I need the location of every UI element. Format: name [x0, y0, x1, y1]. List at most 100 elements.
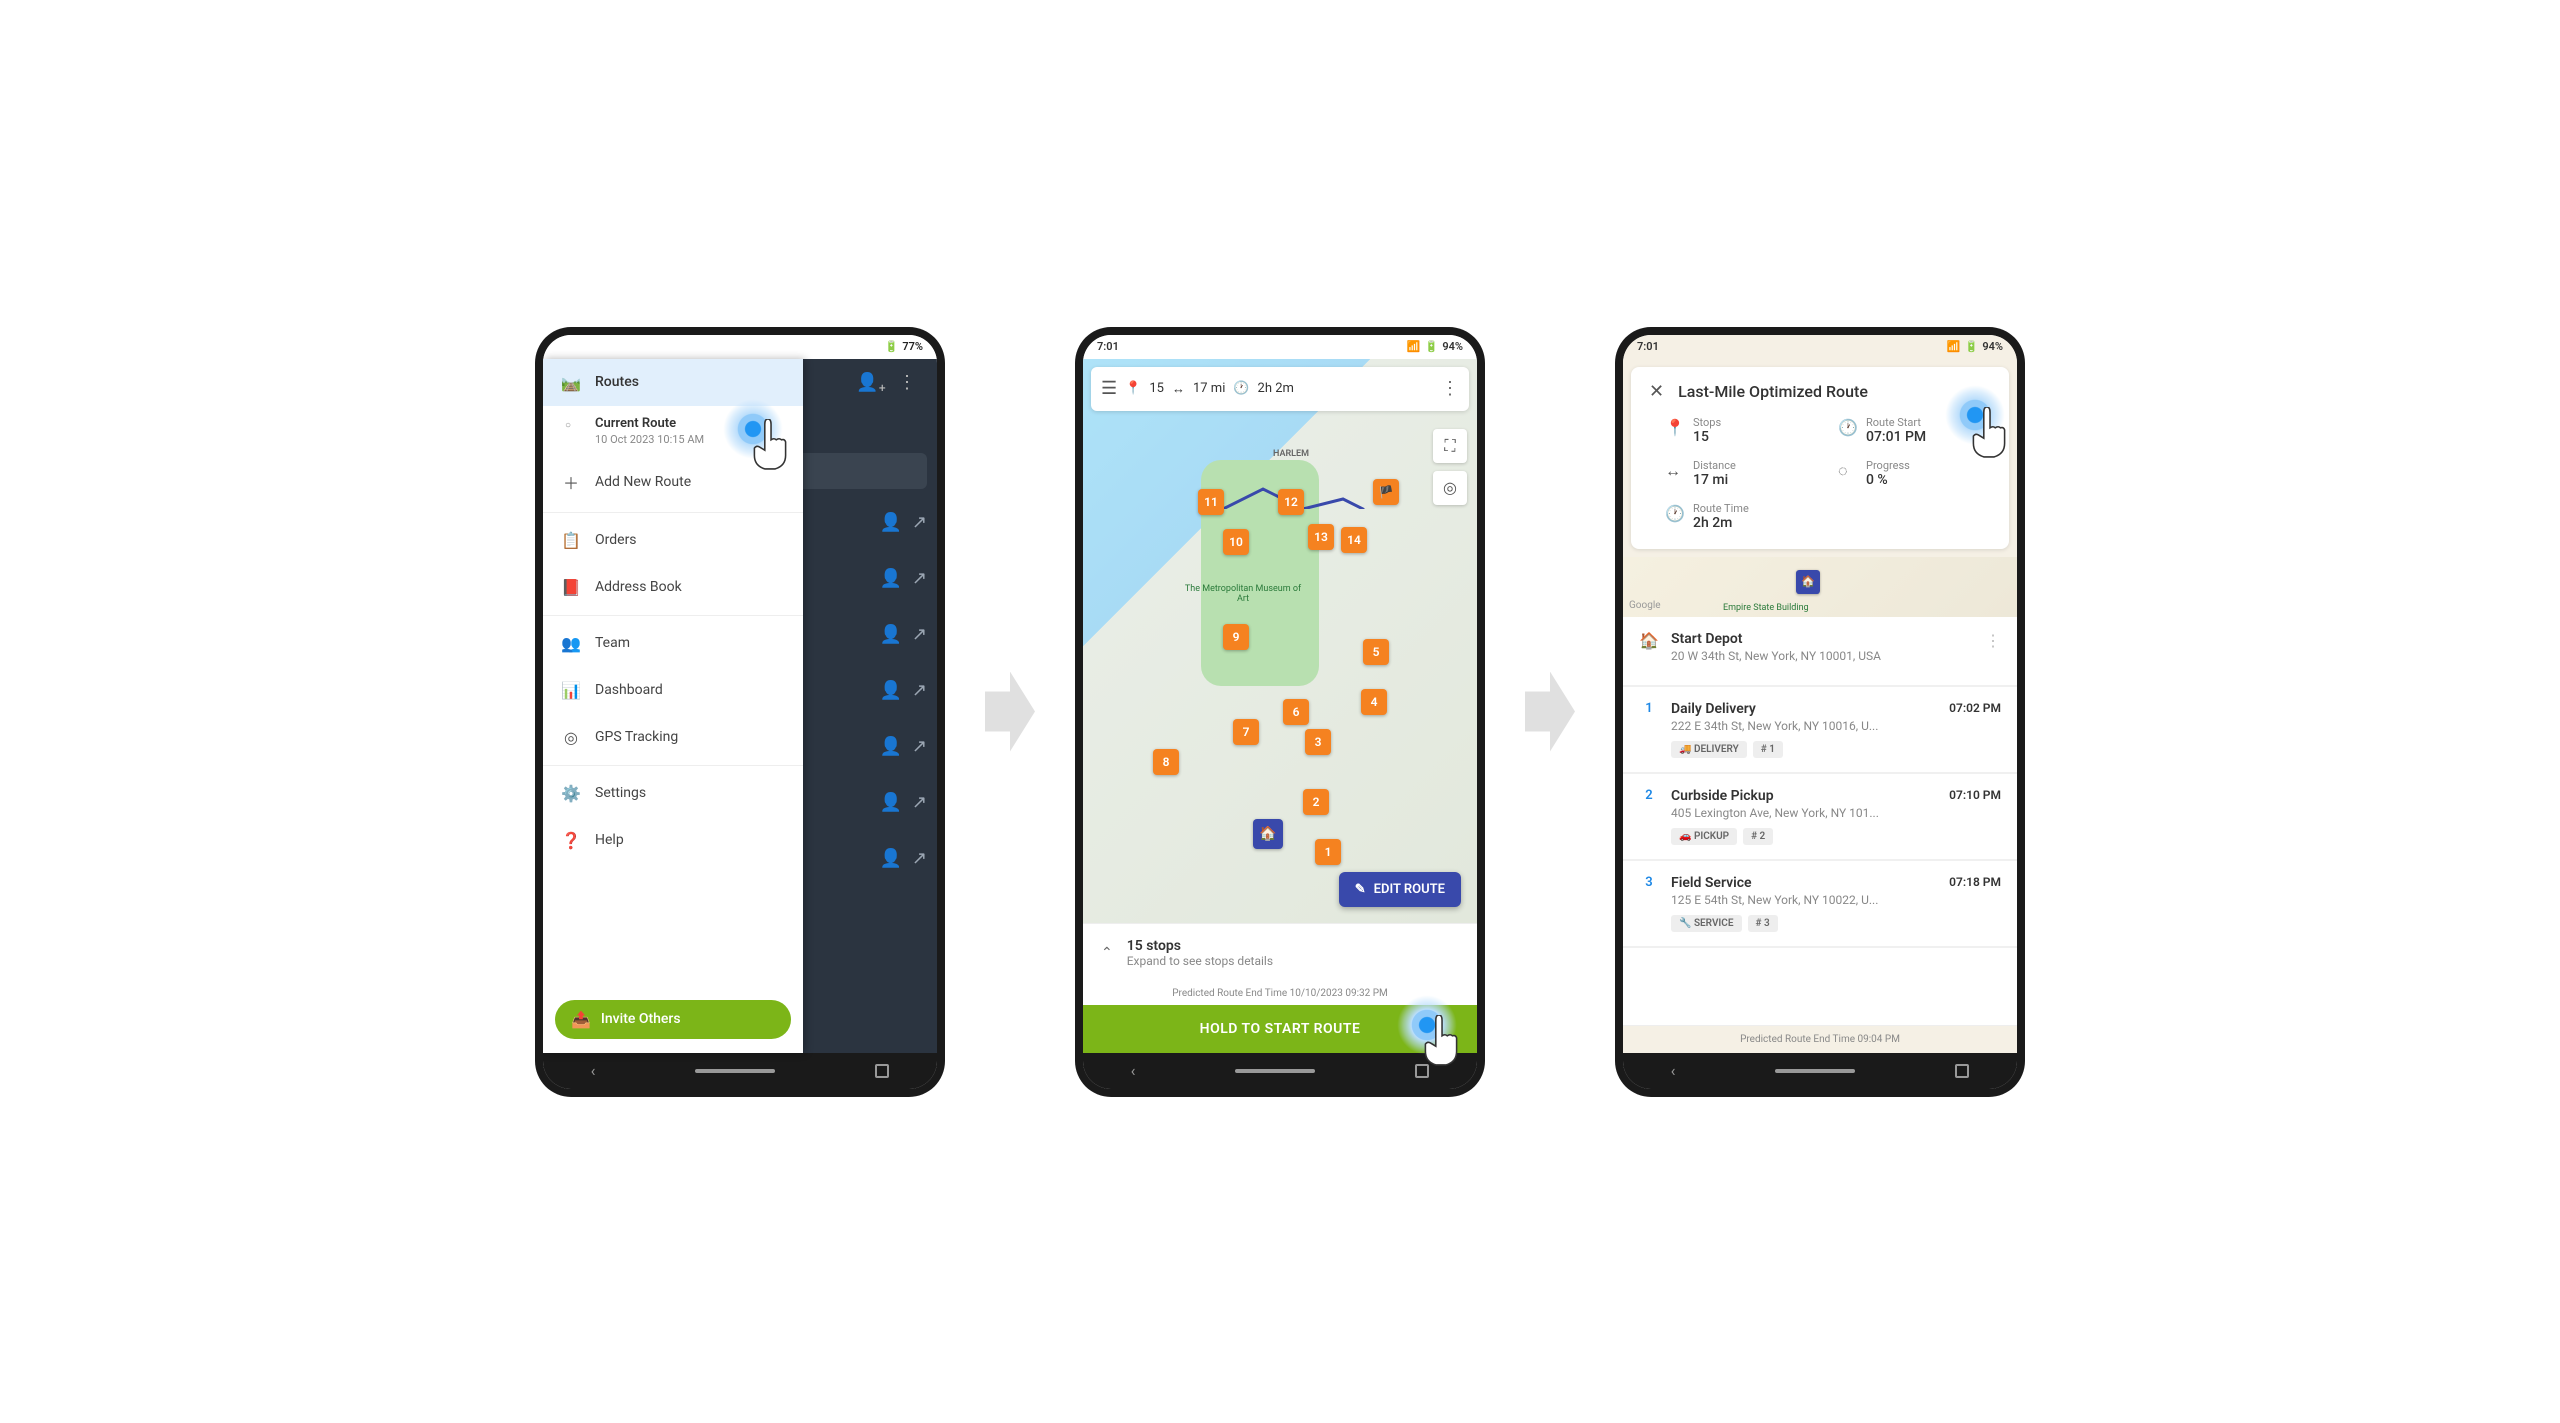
stop-pin-7[interactable]: 7 — [1233, 719, 1259, 745]
stops-list[interactable]: 🏠 Start Depot 20 W 34th St, New York, NY… — [1623, 617, 2017, 1025]
route-title: Last-Mile Optimized Route — [1678, 382, 1868, 401]
locate-button[interactable]: ◎ — [1433, 471, 1467, 505]
share-icon: ↗ — [912, 736, 927, 757]
sidebar-item-gps[interactable]: ◎ GPS Tracking — [543, 714, 803, 761]
seq-tag: # 3 — [1748, 915, 1778, 932]
recents-button[interactable] — [875, 1064, 889, 1078]
edit-route-button[interactable]: ✎ EDIT ROUTE — [1339, 872, 1461, 907]
sidebar-item-label: Address Book — [595, 579, 682, 595]
status-bar: 7:01 📶 🔋 94% — [1623, 335, 2017, 359]
sidebar-item-label: GPS Tracking — [595, 729, 678, 745]
user-icon: 👤 — [879, 568, 901, 589]
share-icon: ↗ — [912, 792, 927, 813]
invite-icon: 📤 — [571, 1010, 591, 1029]
phone-2: 7:01 📶 🔋 94% 🏠 1 2 3 4 5 6 7 8 9 10 — [1075, 327, 1485, 1097]
stop-pin-11[interactable]: 11 — [1198, 489, 1224, 515]
stop-row[interactable]: 1 Daily Delivery 222 E 34th St, New York… — [1623, 687, 2017, 774]
sidebar-item-label: Settings — [595, 785, 646, 801]
user-icon: 👤 — [879, 736, 901, 757]
end-flag-pin[interactable]: 🏴 — [1373, 479, 1399, 505]
sidebar-item-label: Add New Route — [595, 474, 691, 490]
arrow-icon — [985, 672, 1035, 752]
dashboard-icon: 📊 — [561, 681, 581, 700]
stop-pin-12[interactable]: 12 — [1278, 489, 1304, 515]
route-summary-bar: ☰ 📍 15 ↔ 17 mi 🕐 2h 2m ⋮ — [1091, 367, 1469, 411]
user-icon: 👤 — [879, 848, 901, 869]
divider — [543, 512, 803, 513]
pin-icon: 📍 — [1665, 418, 1683, 437]
phone-3: 7:01 📶 🔋 94% ✕ Last-Mile Optimized Route… — [1615, 327, 2025, 1097]
back-button[interactable]: ‹ — [1671, 1061, 1676, 1080]
signal-icon: 📶 — [1947, 340, 1961, 353]
add-user-icon[interactable]: 👤₊ — [853, 372, 889, 393]
plus-icon: ＋ — [561, 470, 581, 494]
sidebar-item-label: Orders — [595, 532, 637, 548]
close-icon[interactable]: ✕ — [1649, 381, 1664, 402]
sidebar-item-settings[interactable]: ⚙️ Settings — [543, 770, 803, 817]
sidebar-item-orders[interactable]: 📋 Orders — [543, 517, 803, 564]
sidebar-item-team[interactable]: 👥 Team — [543, 620, 803, 667]
battery-icon: 🔋 — [885, 340, 899, 353]
divider — [543, 765, 803, 766]
clock-start-icon: 🕐 — [1838, 418, 1856, 437]
mini-map[interactable]: 🏠 Google Empire State Building — [1623, 557, 2017, 617]
android-nav-bar: ‹ — [1083, 1053, 1477, 1089]
user-icon: 👤 — [879, 792, 901, 813]
stop-pin-9[interactable]: 9 — [1223, 624, 1249, 650]
stat-route-time: 🕐 Route Time2h 2m — [1665, 502, 1818, 531]
expand-stops-panel[interactable]: ⌃ 15 stops Expand to see stops details — [1083, 923, 1477, 982]
sidebar-item-label: Team — [595, 635, 630, 651]
stop-pin-10[interactable]: 10 — [1223, 529, 1249, 555]
stop-pin-14[interactable]: 14 — [1341, 527, 1367, 553]
finger-cursor — [1967, 407, 2011, 459]
pin-icon: 📍 — [1125, 381, 1141, 396]
home-button[interactable] — [1235, 1069, 1315, 1073]
more-icon[interactable]: ⋮ — [1985, 631, 2001, 671]
gear-icon: ⚙️ — [561, 784, 581, 803]
depot-pin[interactable]: 🏠 — [1253, 819, 1283, 849]
progress-icon: ◌ — [1838, 461, 1856, 481]
invite-others-button[interactable]: 📤 Invite Others — [555, 1000, 791, 1039]
back-button[interactable]: ‹ — [591, 1061, 596, 1080]
user-icon: 👤 — [879, 512, 901, 533]
back-button[interactable]: ‹ — [1131, 1061, 1136, 1080]
stop-pin-1[interactable]: 1 — [1315, 839, 1341, 865]
fullscreen-button[interactable]: ⛶ — [1433, 429, 1467, 463]
status-bar: 🔋 77% — [543, 335, 937, 359]
route-map[interactable]: 🏠 1 2 3 4 5 6 7 8 9 10 11 12 13 14 🏴 ⛶ ◎… — [1083, 359, 1477, 923]
stop-pin-6[interactable]: 6 — [1283, 699, 1309, 725]
type-tag: 🚗 PICKUP — [1671, 828, 1737, 845]
sidebar-item-help[interactable]: ❓ Help — [543, 817, 803, 864]
user-icon: 👤 — [879, 624, 901, 645]
status-bar: 7:01 📶 🔋 94% — [1083, 335, 1477, 359]
home-button[interactable] — [1775, 1069, 1855, 1073]
recents-button[interactable] — [1955, 1064, 1969, 1078]
sidebar-item-dashboard[interactable]: 📊 Dashboard — [543, 667, 803, 714]
more-icon[interactable]: ⋮ — [889, 372, 925, 393]
home-button[interactable] — [695, 1069, 775, 1073]
sidebar-item-address-book[interactable]: 📕 Address Book — [543, 564, 803, 611]
stop-row[interactable]: 2 Curbside Pickup 405 Lexington Ave, New… — [1623, 774, 2017, 861]
phone-1: 🔋 77% 👤₊ ⋮ Drafts L ROUTES 👤↗ 👤↗ 👤↗ 👤↗ r… — [535, 327, 945, 1097]
finger-cursor — [748, 419, 792, 471]
sidebar-item-routes[interactable]: 🛤️ Routes — [543, 359, 803, 406]
stat-progress: ◌ Progress0 % — [1838, 459, 1991, 488]
stop-pin-8[interactable]: 8 — [1153, 749, 1179, 775]
stop-pin-2[interactable]: 2 — [1303, 789, 1329, 815]
distance-icon: ↔ — [1172, 381, 1185, 397]
predicted-end-time: Predicted Route End Time 10/10/2023 09:3… — [1083, 982, 1477, 1005]
distance-icon: ↔ — [1665, 461, 1683, 481]
chevron-up-icon: ⌃ — [1101, 945, 1113, 961]
more-icon[interactable]: ⋮ — [1441, 378, 1459, 399]
divider — [543, 615, 803, 616]
stop-pin-5[interactable]: 5 — [1363, 639, 1389, 665]
stop-pin-3[interactable]: 3 — [1305, 729, 1331, 755]
stop-pin-4[interactable]: 4 — [1361, 689, 1387, 715]
sidebar-item-label: Routes — [595, 374, 639, 390]
menu-icon[interactable]: ☰ — [1101, 378, 1117, 399]
team-icon: 👥 — [561, 634, 581, 653]
stop-row[interactable]: 3 Field Service 125 E 54th St, New York,… — [1623, 861, 2017, 948]
hold-to-start-button[interactable]: HOLD TO START ROUTE — [1083, 1005, 1477, 1053]
stop-pin-13[interactable]: 13 — [1308, 524, 1334, 550]
stop-row-depot[interactable]: 🏠 Start Depot 20 W 34th St, New York, NY… — [1623, 617, 2017, 687]
